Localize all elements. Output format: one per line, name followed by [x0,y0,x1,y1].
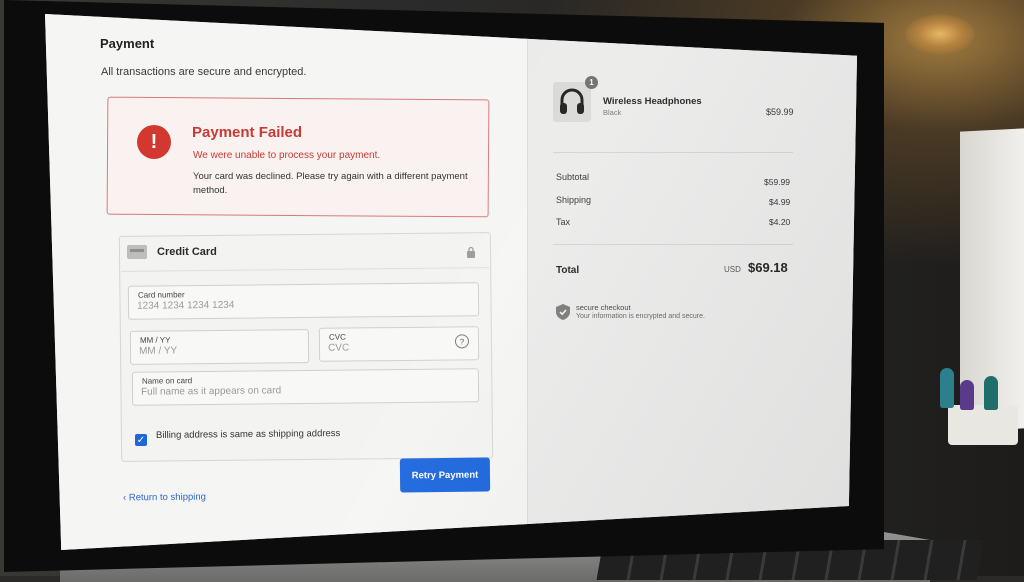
pen [940,368,954,408]
name-on-card-field[interactable]: Name on card [131,368,480,406]
total-value: $69.18 [748,260,788,275]
page-title: Payment [100,36,155,51]
checkout-screen: Payment All transactions are secure and … [45,14,857,550]
help-icon[interactable]: ? [454,334,470,349]
billing-same-checkbox[interactable]: ✓ [135,434,147,446]
alert-message: We were unable to process your payment. [193,150,381,161]
cvc-input[interactable] [327,341,453,354]
expiry-input[interactable] [138,344,283,357]
alert-detail: Your card was declined. Please try again… [193,171,468,196]
subtotal-label: Subtotal [556,172,590,182]
billing-same-label[interactable]: Billing address is same as shipping addr… [156,428,340,441]
card-number-field[interactable]: Card number [127,282,480,320]
shipping-label: Shipping [556,195,592,205]
tax-value: $4.20 [769,217,791,227]
total-label: Total [556,265,580,276]
pen [960,380,974,410]
pen [984,376,998,410]
quantity-badge: 1 [585,76,598,89]
card-number-label: Card number [137,290,185,300]
error-icon: ! [137,125,171,159]
product-variant: Black [603,108,622,117]
expiry-label: MM / YY [139,335,171,345]
return-to-shipping-link[interactable]: ‹ Return to shipping [123,492,206,504]
alert-title: Payment Failed [192,124,303,141]
credit-card-icon [127,245,147,259]
total-currency: USD [724,265,741,274]
retry-payment-button[interactable]: Retry Payment [399,457,491,493]
card-number-input[interactable] [136,297,453,312]
headphones-icon [560,88,584,114]
cvc-label: CVC [328,332,346,342]
name-on-card-label: Name on card [141,376,193,386]
product-thumbnail [553,82,591,122]
shipping-value: $4.99 [769,197,791,207]
page-subtitle: All transactions are secure and encrypte… [101,66,307,78]
expiry-field[interactable]: MM / YY [129,329,310,365]
cvc-field[interactable]: CVC ? [318,326,480,362]
lock-icon [467,246,475,258]
product-name: Wireless Headphones [603,96,702,107]
secure-checkout-title: secure checkout [576,303,631,312]
tax-label: Tax [556,217,571,227]
product-price: $59.99 [766,107,794,117]
name-on-card-input[interactable] [140,383,453,398]
summary-divider [553,244,793,245]
secure-checkout-subtitle: Your information is encrypted and secure… [576,313,705,320]
lamp-light [905,14,975,54]
subtotal-value: $59.99 [764,177,790,187]
summary-divider [553,152,793,153]
pen-cup [948,405,1018,445]
shield-check-icon [556,304,570,320]
credit-card-title: Credit Card [157,246,217,258]
